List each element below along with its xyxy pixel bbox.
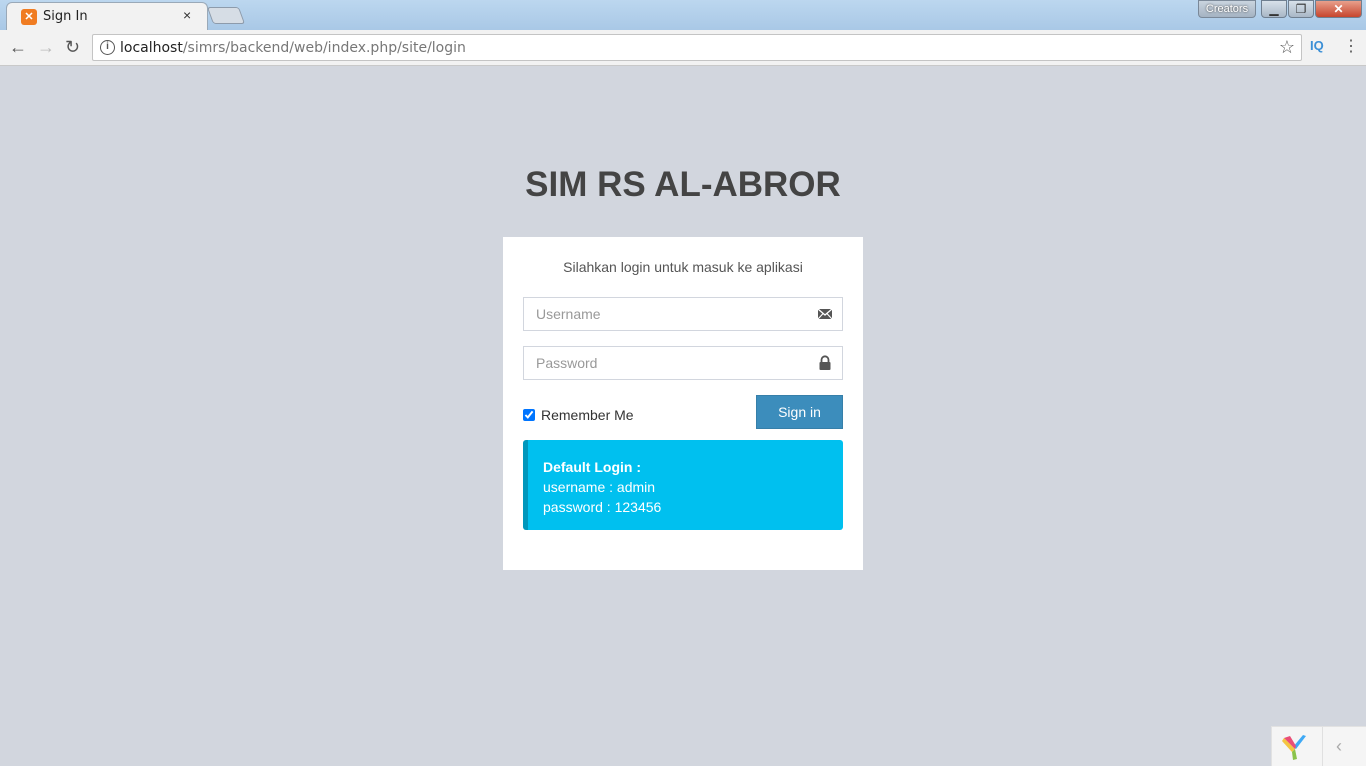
minimize-button[interactable]: ▁ bbox=[1261, 0, 1287, 18]
tab-close-icon[interactable]: × bbox=[183, 7, 191, 23]
yii-logo-icon[interactable] bbox=[1280, 732, 1310, 762]
close-window-button[interactable]: ✕ bbox=[1315, 0, 1362, 18]
menu-dots-icon[interactable]: ⋮ bbox=[1343, 36, 1359, 56]
reload-icon[interactable]: ↻ bbox=[65, 37, 80, 57]
username-input[interactable] bbox=[524, 298, 794, 330]
callout-username: username : admin bbox=[543, 479, 656, 495]
browser-tab[interactable]: ✕ Sign In × bbox=[6, 2, 208, 30]
login-message: Silahkan login untuk masuk ke aplikasi bbox=[563, 259, 803, 275]
password-field bbox=[523, 346, 843, 380]
iq-extension-icon[interactable]: IQ bbox=[1310, 38, 1324, 53]
info-icon[interactable]: i bbox=[100, 40, 115, 55]
yii-debug-toolbar: ‹ bbox=[1271, 726, 1366, 766]
url-path: /simrs/backend/web/index.php/site/login bbox=[182, 40, 466, 56]
callout-password: password : 123456 bbox=[543, 499, 662, 515]
xampp-favicon-icon: ✕ bbox=[21, 9, 37, 25]
forward-arrow-icon[interactable]: → bbox=[37, 37, 55, 57]
address-bar[interactable]: i localhost/simrs/backend/web/index.php/… bbox=[92, 34, 1302, 61]
maximize-button[interactable]: ❐ bbox=[1288, 0, 1314, 18]
chevron-left-icon[interactable]: ‹ bbox=[1336, 736, 1342, 757]
creators-label: Creators bbox=[1198, 0, 1256, 18]
new-tab-button[interactable] bbox=[206, 7, 246, 24]
callout-title: Default Login : bbox=[543, 459, 641, 475]
remember-me[interactable]: Remember Me bbox=[523, 407, 634, 423]
remember-me-checkbox[interactable] bbox=[523, 409, 535, 421]
envelope-icon bbox=[817, 308, 833, 320]
bookmark-star-icon[interactable]: ☆ bbox=[1279, 37, 1295, 58]
lock-icon bbox=[819, 355, 831, 370]
remember-me-label: Remember Me bbox=[541, 407, 634, 423]
url-host: localhost bbox=[120, 40, 183, 56]
login-box: Silahkan login untuk masuk ke aplikasi R… bbox=[503, 237, 863, 570]
default-login-callout: Default Login : username : admin passwor… bbox=[523, 440, 843, 530]
password-input[interactable] bbox=[524, 347, 794, 379]
sign-in-button[interactable]: Sign in bbox=[756, 395, 843, 429]
browser-titlebar: ✕ Sign In × Creators ▁ ❐ ✕ bbox=[0, 0, 1366, 30]
url-text[interactable]: localhost/simrs/backend/web/index.php/si… bbox=[120, 40, 466, 56]
tab-title: Sign In bbox=[43, 9, 88, 24]
yii-divider bbox=[1322, 727, 1323, 766]
back-arrow-icon[interactable]: ← bbox=[9, 37, 27, 57]
browser-toolbar: ← → ↻ i localhost/simrs/backend/web/inde… bbox=[0, 30, 1366, 66]
username-field bbox=[523, 297, 843, 331]
app-title: SIM RS AL-ABROR bbox=[525, 165, 841, 204]
